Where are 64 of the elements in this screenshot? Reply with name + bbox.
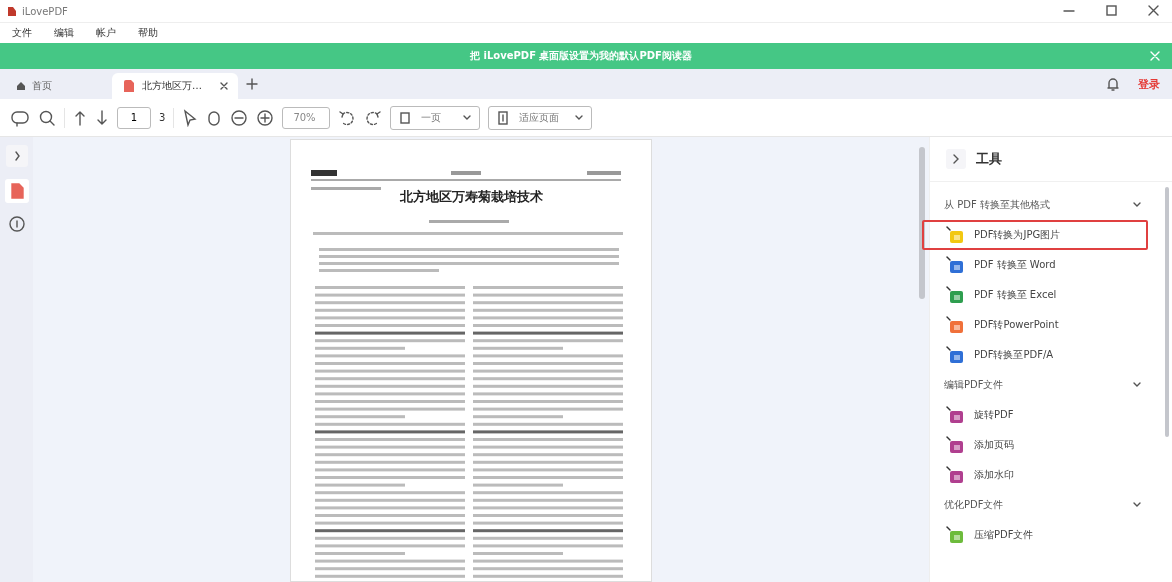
add-tab-icon[interactable] — [246, 78, 258, 90]
app-logo-icon — [6, 5, 18, 17]
home-icon — [16, 81, 26, 91]
pdf-file-icon — [122, 79, 136, 93]
rotate-left-icon[interactable] — [338, 108, 357, 127]
chevron-down-icon — [1132, 501, 1142, 509]
chevron-down-icon — [1132, 381, 1142, 389]
zoom-in-icon[interactable] — [256, 108, 275, 127]
section-header[interactable]: 编辑PDF文件 — [944, 370, 1142, 400]
page-field[interactable]: 1 — [117, 106, 151, 129]
chevron-down-icon — [463, 114, 472, 121]
zoom-field[interactable]: 70% — [282, 106, 331, 129]
tool-icon — [946, 466, 964, 484]
view-mode-dropdown[interactable]: 一页 — [390, 105, 481, 130]
arrow-up-icon[interactable] — [73, 108, 87, 127]
tool-item[interactable]: 添加水印 — [944, 460, 1142, 490]
tool-item[interactable]: PDF 转换至 Excel — [944, 280, 1142, 310]
search-icon[interactable] — [38, 108, 56, 127]
page-count: 3 — [159, 112, 166, 123]
arrow-down-icon[interactable] — [95, 108, 109, 127]
chevron-down-icon — [575, 114, 584, 121]
tool-icon — [946, 256, 964, 274]
zoom-out-icon[interactable] — [230, 108, 249, 127]
menu-item[interactable]: 帮助 — [138, 26, 158, 40]
tab[interactable]: 首页 — [6, 73, 108, 99]
tool-item[interactable]: 添加页码 — [944, 430, 1142, 460]
info-icon[interactable] — [7, 215, 26, 233]
single-page-icon — [399, 110, 412, 125]
cursor-icon[interactable] — [182, 108, 199, 127]
tool-icon — [946, 226, 964, 244]
tab[interactable]: 北方地区万… — [112, 73, 238, 99]
menu-item[interactable]: 文件 — [12, 26, 32, 40]
tool-item[interactable]: 压缩PDF文件 — [944, 520, 1142, 550]
tool-item[interactable]: PDF转PowerPoint — [944, 310, 1142, 340]
comment-icon[interactable] — [10, 108, 30, 127]
tool-item[interactable]: 旋转PDF — [944, 400, 1142, 430]
fit-page-icon — [497, 110, 510, 125]
bell-icon[interactable] — [1106, 76, 1120, 92]
tool-icon — [946, 526, 964, 544]
tool-icon — [946, 436, 964, 454]
scrollbar[interactable] — [919, 147, 925, 299]
scrollbar[interactable] — [1165, 187, 1169, 437]
document-icon[interactable] — [4, 179, 29, 203]
tool-item[interactable]: PDF转换至PDF/A — [944, 340, 1142, 370]
tool-icon — [946, 286, 964, 304]
fit-mode-dropdown[interactable]: 适应页面 — [488, 105, 593, 130]
menu-item[interactable]: 帐户 — [96, 26, 116, 40]
chevron-down-icon — [1132, 201, 1142, 209]
tool-icon — [946, 316, 964, 334]
panel-title: 工具 — [976, 150, 1002, 168]
close-icon[interactable] — [220, 82, 228, 90]
section-header[interactable]: 优化PDF文件 — [944, 490, 1142, 520]
login-link[interactable]: 登录 — [1138, 76, 1160, 92]
rotate-right-icon[interactable] — [364, 108, 383, 127]
hand-icon[interactable] — [206, 108, 223, 127]
tool-item[interactable]: PDF转换为JPG图片 — [922, 220, 1148, 250]
tool-icon — [946, 406, 964, 424]
menu-item[interactable]: 编辑 — [54, 26, 74, 40]
expand-icon[interactable] — [5, 145, 28, 167]
window-title: iLovePDF — [22, 5, 68, 17]
document-title: 北方地区万寿菊栽培技术 — [398, 188, 544, 206]
tool-icon — [946, 346, 964, 364]
tool-item[interactable]: PDF 转换至 Word — [944, 250, 1142, 280]
section-header[interactable]: 从 PDF 转换至其他格式 — [944, 190, 1142, 220]
